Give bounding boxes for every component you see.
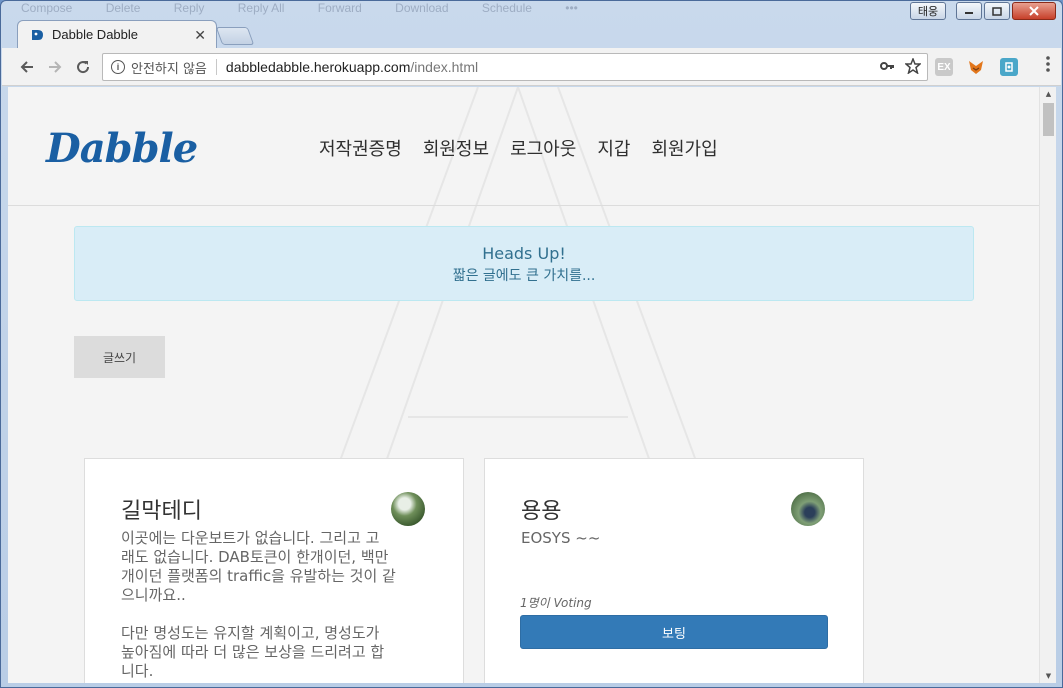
background-app-menu: Compose Delete Reply Reply All Forward D… xyxy=(21,1,608,15)
bg-menu-item: Compose xyxy=(21,1,73,15)
post-body: EOSYS ~~ xyxy=(521,529,601,547)
metamask-fox-icon[interactable] xyxy=(967,58,985,76)
voting-count: 1명이 Voting xyxy=(520,596,592,610)
site-logo[interactable]: Dabble xyxy=(46,125,198,172)
post-title: 길막테디 xyxy=(121,499,202,524)
logo-text: Dabble xyxy=(46,125,198,172)
tab-strip: Dabble Dabble ✕ xyxy=(1,18,1062,48)
main-nav: 저작권증명 회원정보 로그아웃 지갑 회원가입 xyxy=(319,135,718,161)
page-scrollbar[interactable]: ▲ ▼ xyxy=(1039,87,1056,683)
info-alert: Heads Up! 짧은 글에도 큰 가치를... xyxy=(74,226,974,301)
nav-logout[interactable]: 로그아웃 xyxy=(510,135,576,161)
scroll-up-icon[interactable]: ▲ xyxy=(1040,87,1057,101)
post-card[interactable]: 용용 EOSYS ~~ 1명이 Voting 보팅 xyxy=(484,458,864,683)
bg-menu-item: ••• xyxy=(565,1,578,15)
url-host: dabbledabble.herokuapp.com xyxy=(225,59,411,75)
bg-menu-item: Forward xyxy=(317,1,362,15)
security-label: 안전하지 않음 xyxy=(131,61,207,77)
alert-title: Heads Up! xyxy=(482,244,566,263)
bg-menu-item: Delete xyxy=(105,1,141,15)
new-tab-button[interactable] xyxy=(215,27,255,45)
more-menu-icon[interactable] xyxy=(1045,54,1051,74)
page-viewport: Dabble 저작권증명 회원정보 로그아웃 지갑 회원가입 Heads Up!… xyxy=(8,87,1039,683)
minimize-icon xyxy=(965,12,973,14)
dabble-favicon-icon xyxy=(30,28,44,42)
scroll-down-icon[interactable]: ▼ xyxy=(1040,669,1057,683)
close-icon xyxy=(1029,6,1039,16)
tab-dabble[interactable]: Dabble Dabble ✕ xyxy=(17,20,217,48)
nav-member-info[interactable]: 회원정보 xyxy=(423,135,489,161)
address-bar[interactable]: i 안전하지 않음 dabbledabble.herokuapp.com/ind… xyxy=(102,53,928,81)
omnibox-actions xyxy=(879,56,922,78)
extension-blue-icon[interactable] xyxy=(1000,58,1018,76)
url-path: /index.html xyxy=(410,59,479,75)
post-body: 이곳에는 다운보트가 없습니다. 그리고 고 래도 없습니다. DAB토큰이 한… xyxy=(121,529,396,680)
bg-menu-item: Reply All xyxy=(237,1,285,15)
divider xyxy=(215,59,217,75)
forward-icon[interactable] xyxy=(44,56,66,78)
browser-toolbar: i 안전하지 않음 dabbledabble.herokuapp.com/ind… xyxy=(2,48,1061,86)
nav-wallet[interactable]: 지갑 xyxy=(597,135,630,161)
tab-title: Dabble Dabble xyxy=(52,27,139,42)
post-card[interactable]: 길막테디 이곳에는 다운보트가 없습니다. 그리고 고 래도 없습니다. DAB… xyxy=(84,458,464,683)
alert-body: 짧은 글에도 큰 가치를... xyxy=(452,268,596,284)
author-avatar[interactable] xyxy=(791,492,825,526)
maximize-icon xyxy=(992,6,1002,16)
site-header: Dabble 저작권증명 회원정보 로그아웃 지갑 회원가입 xyxy=(8,87,1039,206)
back-icon[interactable] xyxy=(16,56,38,78)
bg-menu-item: Reply xyxy=(173,1,205,15)
tab-close-icon[interactable]: ✕ xyxy=(194,27,206,44)
nav-copyright-proof[interactable]: 저작권증명 xyxy=(319,135,402,161)
scroll-thumb[interactable] xyxy=(1043,103,1054,136)
browser-window: Compose Delete Reply Reply All Forward D… xyxy=(0,0,1063,688)
author-avatar[interactable] xyxy=(391,492,425,526)
extension-gray-icon[interactable]: EX xyxy=(935,58,953,76)
nav-signup[interactable]: 회원가입 xyxy=(651,135,717,161)
vote-button[interactable]: 보팅 xyxy=(520,615,828,649)
info-icon[interactable]: i xyxy=(111,60,125,74)
star-bookmark-icon[interactable] xyxy=(904,56,922,78)
key-icon[interactable] xyxy=(879,58,895,78)
bg-menu-item: Schedule xyxy=(481,1,532,15)
write-post-button[interactable]: 글쓰기 xyxy=(74,336,165,378)
reload-icon[interactable] xyxy=(72,56,94,78)
bg-menu-item: Download xyxy=(395,1,449,15)
post-title: 용용 xyxy=(521,499,562,524)
